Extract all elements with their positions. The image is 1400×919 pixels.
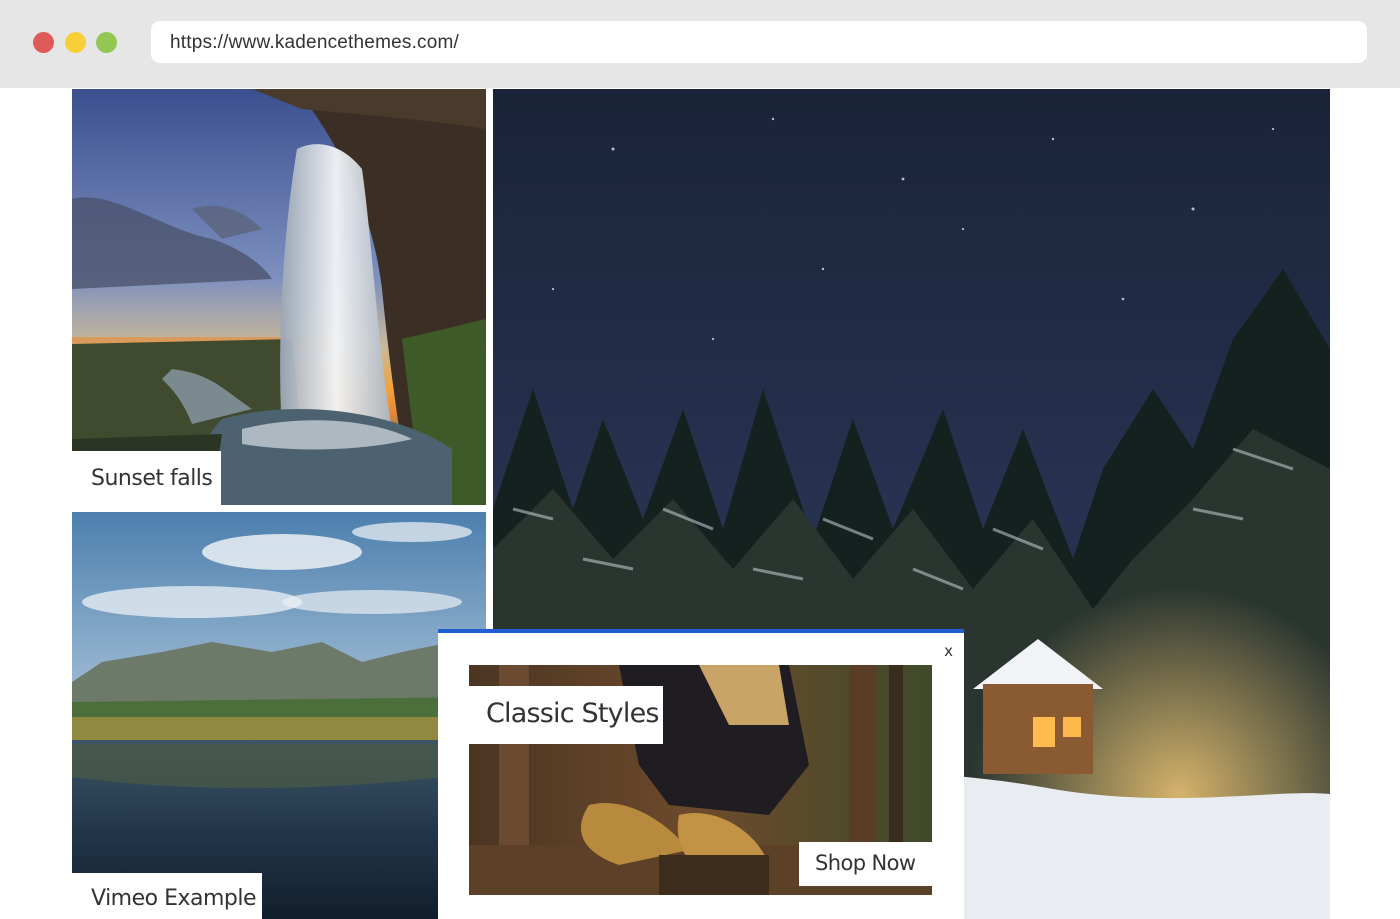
close-icon[interactable]: x (944, 642, 953, 660)
gallery-caption: Vimeo Example (72, 873, 262, 919)
gallery-item-sunset-falls[interactable]: Sunset falls (72, 89, 486, 505)
page-content: Sunset falls Vimeo Example x Classic Sty… (0, 88, 1400, 919)
promo-popup: x Classic Styles Shop Now (438, 629, 964, 919)
close-window-button[interactable] (33, 32, 54, 53)
gallery-item-vimeo-example[interactable]: Vimeo Example (72, 512, 486, 919)
shop-now-button[interactable]: Shop Now (799, 842, 932, 886)
mountain-lake-photo (72, 512, 486, 919)
promo-title: Classic Styles (469, 686, 663, 744)
maximize-window-button[interactable] (96, 32, 117, 53)
gallery-caption: Sunset falls (72, 451, 221, 505)
address-bar[interactable]: https://www.kadencethemes.com/ (151, 21, 1367, 63)
waterfall-photo (72, 89, 486, 505)
promo-banner[interactable]: Classic Styles Shop Now (469, 665, 932, 895)
minimize-window-button[interactable] (65, 32, 86, 53)
browser-toolbar: https://www.kadencethemes.com/ (0, 0, 1400, 88)
address-bar-url: https://www.kadencethemes.com/ (170, 32, 460, 53)
